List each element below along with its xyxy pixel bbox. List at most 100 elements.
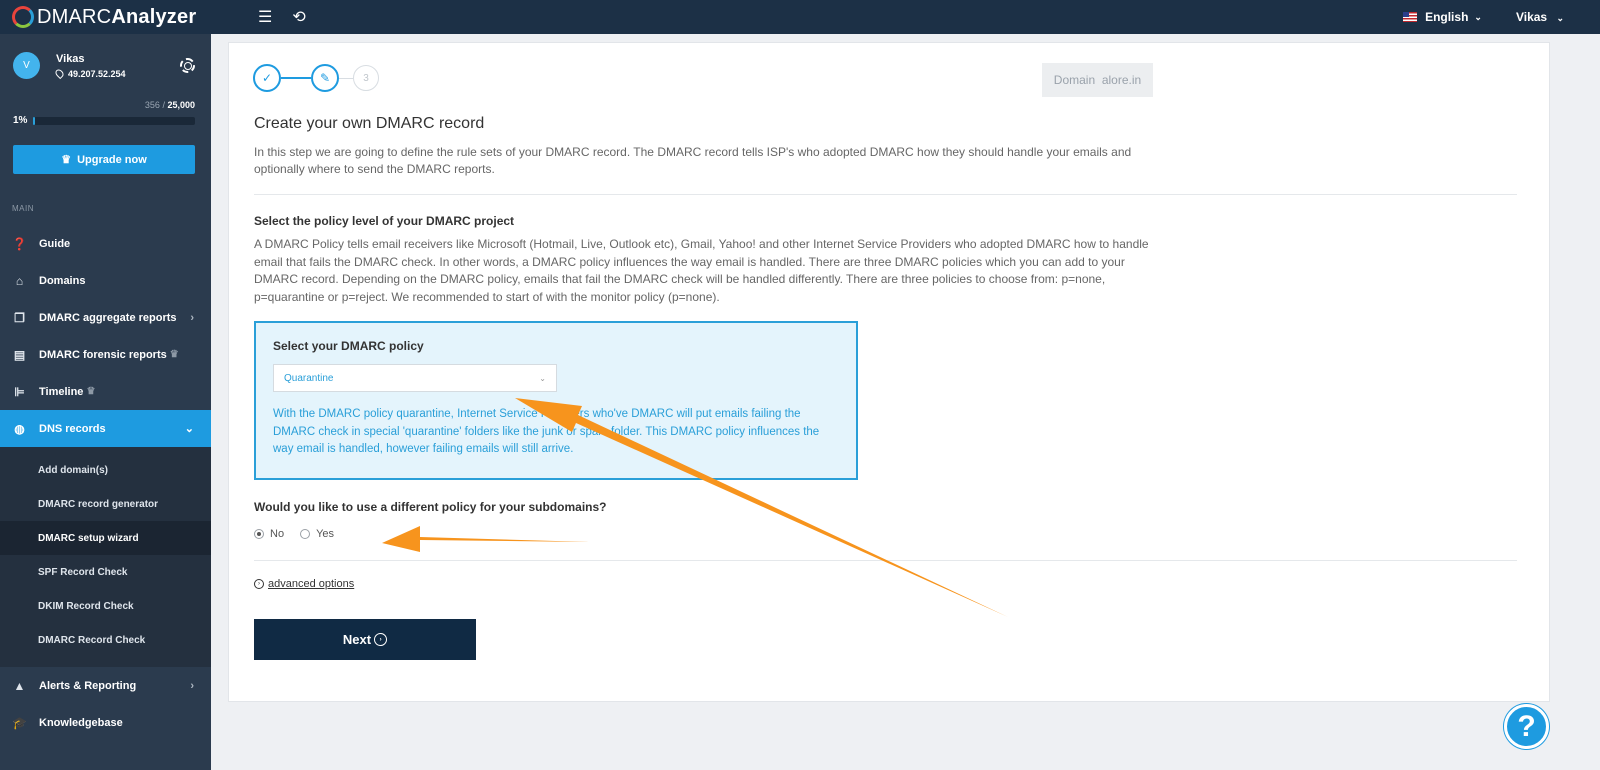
page-title: Create your own DMARC record	[254, 115, 485, 132]
sidebar-section-label: MAIN	[12, 204, 34, 213]
submenu-item-spf-check[interactable]: SPF Record Check	[0, 555, 211, 589]
sidebar-item-label: Domains	[39, 274, 86, 287]
divider	[254, 194, 1517, 195]
warning-icon: ▲	[13, 678, 26, 693]
profile: V Vikas 49.207.52.254	[0, 34, 211, 92]
home-icon: ⌂	[15, 273, 24, 288]
refresh-icon[interactable]: ⟲	[292, 7, 305, 27]
sidebar-item-label: Guide	[39, 237, 71, 250]
sidebar: V Vikas 49.207.52.254 356 / 25,000 1% ♛ …	[0, 34, 211, 770]
policy-description: With the DMARC policy quarantine, Intern…	[273, 408, 820, 455]
chevron-right-icon: ›	[190, 679, 194, 692]
question-icon: ❓	[12, 236, 27, 251]
graduation-cap-icon: 🎓	[12, 715, 27, 730]
next-label: Next	[342, 632, 372, 647]
quota-used: 356	[144, 100, 160, 110]
chevron-right-icon: ›	[190, 311, 194, 324]
crown-icon: ♛	[86, 386, 96, 397]
top-bar: DMARCAnalyzer ☰ ⟲ English ⌄ Vikas ⌄	[0, 0, 1600, 34]
step-1-complete[interactable]: ✓	[253, 64, 281, 92]
submenu-item-setup-wizard[interactable]: DMARC setup wizard	[0, 521, 211, 555]
sidebar-item-domains[interactable]: ⌂ Domains	[0, 262, 211, 299]
domain-badge: Domain alore.in	[1042, 63, 1153, 97]
profile-name: Vikas	[56, 53, 85, 65]
policy-box-title: Select your DMARC policy	[273, 339, 424, 353]
domain-label: Domain	[1053, 73, 1096, 87]
language-selector[interactable]: English ⌄	[1403, 10, 1482, 24]
logo-icon	[12, 6, 34, 28]
step-connector	[339, 77, 353, 79]
wizard-steps: ✓ ✎ 3	[253, 64, 379, 92]
step-connector	[281, 77, 311, 79]
domain-value: alore.in	[1101, 73, 1142, 87]
sidebar-item-knowledgebase[interactable]: 🎓 Knowledgebase	[0, 704, 211, 741]
usage-progress-fill	[33, 117, 36, 125]
policy-box: Select your DMARC policy Quarantine ⌄ Wi…	[254, 321, 858, 480]
subdomain-question: Would you like to use a different policy…	[254, 500, 607, 514]
advanced-options-label: advanced options	[268, 578, 355, 590]
radio-yes[interactable]	[300, 529, 311, 539]
divider	[254, 560, 1517, 561]
sidebar-item-label: DMARC forensic reports	[39, 348, 167, 361]
location-pin-icon	[53, 67, 66, 80]
us-flag-icon	[1403, 12, 1418, 22]
sidebar-item-label: Timeline	[39, 385, 84, 398]
user-menu[interactable]: Vikas ⌄	[1516, 10, 1564, 24]
language-label: English	[1425, 10, 1469, 24]
hamburger-menu-icon[interactable]: ☰	[258, 7, 272, 27]
upgrade-button[interactable]: ♛ Upgrade now	[13, 145, 195, 174]
quota-count: 356 / 25,000	[144, 100, 195, 110]
profile-ip: 49.207.52.254	[68, 69, 126, 79]
timeline-icon: ⊫	[14, 384, 25, 399]
policy-section-title: Select the policy level of your DMARC pr…	[254, 214, 515, 228]
sidebar-item-label: Knowledgebase	[39, 716, 123, 729]
step-2-current[interactable]: ✎	[311, 64, 339, 92]
sidebar-item-timeline[interactable]: ⊫ Timeline ♛	[0, 373, 211, 410]
advanced-options-link[interactable]: › advanced options	[254, 578, 354, 590]
logo[interactable]: DMARCAnalyzer	[12, 6, 232, 29]
chevron-down-icon: ⌄	[1474, 11, 1482, 22]
radio-no[interactable]	[254, 529, 264, 539]
sidebar-item-guide[interactable]: ❓ Guide	[0, 225, 211, 262]
upgrade-label: Upgrade now	[77, 153, 147, 166]
sidebar-item-label: DNS records	[39, 422, 106, 435]
crown-icon: ♛	[61, 154, 72, 166]
usage-percent: 1%	[13, 115, 28, 126]
sidebar-menu: ❓ Guide ⌂ Domains ❐ DMARC aggregate repo…	[0, 225, 211, 741]
gear-icon[interactable]	[180, 58, 195, 73]
dns-records-submenu: Add domain(s) DMARC record generator DMA…	[0, 447, 211, 667]
check-icon: ✓	[261, 71, 273, 85]
submenu-item-record-generator[interactable]: DMARC record generator	[0, 487, 211, 521]
chevron-down-icon: ⌄	[1556, 13, 1564, 23]
submenu-item-dkim-check[interactable]: DKIM Record Check	[0, 589, 211, 623]
usage-progress-bar	[33, 117, 195, 125]
help-button[interactable]: ?	[1504, 704, 1549, 749]
policy-select[interactable]: Quarantine ⌄	[273, 364, 557, 392]
policy-select-value: Quarantine	[284, 372, 334, 384]
quota-total: 25,000	[167, 100, 195, 110]
sidebar-item-alerts[interactable]: ▲ Alerts & Reporting ›	[0, 667, 211, 704]
next-button[interactable]: Next ›	[254, 619, 476, 660]
radio-no-label[interactable]: No	[270, 528, 284, 540]
chevron-down-icon: ⌄	[184, 423, 194, 435]
chevron-right-circle-icon: ›	[254, 579, 264, 589]
chevron-down-icon: ⌄	[539, 374, 546, 383]
document-icon: ▤	[13, 347, 26, 362]
globe-icon: ◍	[14, 421, 25, 436]
policy-section-body: A DMARC Policy tells email receivers lik…	[254, 237, 1149, 304]
chevron-right-circle-icon: ›	[374, 633, 388, 646]
sidebar-item-forensic-reports[interactable]: ▤ DMARC forensic reports ♛	[0, 336, 211, 373]
avatar[interactable]: V	[13, 52, 40, 79]
copy-icon: ❐	[14, 310, 25, 325]
sidebar-item-label: Alerts & Reporting	[39, 679, 137, 692]
crown-icon: ♛	[169, 349, 179, 360]
submenu-item-add-domains[interactable]: Add domain(s)	[0, 453, 211, 487]
radio-yes-label[interactable]: Yes	[316, 528, 334, 540]
intro-text: In this step we are going to define the …	[254, 145, 1132, 176]
sidebar-item-aggregate-reports[interactable]: ❐ DMARC aggregate reports ›	[0, 299, 211, 336]
logo-text-light: DMARC	[37, 5, 112, 28]
wizard-panel: ✓ ✎ 3 Domain alore.in Create your own DM…	[228, 42, 1550, 702]
sidebar-item-dns-records[interactable]: ◍ DNS records ⌄	[0, 410, 211, 447]
step-3-pending[interactable]: 3	[353, 65, 379, 91]
submenu-item-dmarc-check[interactable]: DMARC Record Check	[0, 623, 211, 657]
